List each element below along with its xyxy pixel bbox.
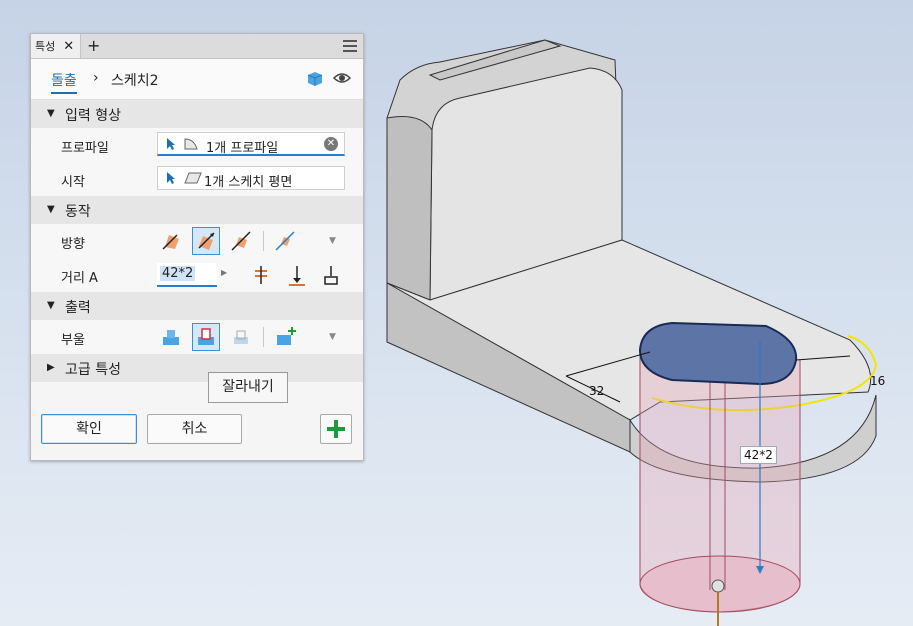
tooltip: 잘라내기 (208, 372, 288, 403)
boolean-cut-button[interactable] (192, 323, 220, 351)
profile-selector[interactable]: 1개 프로파일 ✕ (157, 132, 345, 156)
section-title: 고급 특성 (65, 362, 121, 378)
chevron-down-icon[interactable]: ▼ (329, 332, 336, 342)
profile-label: 프로파일 (61, 141, 109, 156)
tab-label: 특성 (35, 40, 56, 53)
extent-between-icon (324, 266, 338, 285)
distance-label: 거리 A (61, 271, 98, 286)
cut-icon (198, 328, 214, 345)
distance-row: 거리 A 42*2 ▶ (31, 258, 363, 292)
add-tab-icon[interactable]: + (87, 36, 100, 55)
select-arrow-icon (166, 137, 176, 155)
ok-button[interactable]: 확인 (41, 414, 137, 444)
collapse-triangle-icon: ▼ (47, 204, 55, 215)
panel-tab-bar: 특성 ✕ + (31, 34, 363, 59)
clear-selection-icon[interactable]: ✕ (324, 137, 338, 151)
direction-row: 방향 ▼ (31, 224, 363, 258)
direction-default-button[interactable] (157, 227, 185, 255)
intersect-icon (234, 330, 248, 344)
section-title: 입력 형상 (65, 108, 121, 124)
extent-between-button[interactable] (317, 262, 345, 290)
start-value: 1개 스케치 평면 (204, 175, 293, 190)
boolean-join-button[interactable] (157, 323, 185, 351)
properties-panel: 특성 ✕ + 돌출 › 스케치2 ▼ 입력 형상 프로파일 1개 프로파일 ✕ … (30, 33, 364, 461)
eye-icon[interactable] (332, 72, 352, 88)
boolean-row: 부울 ▼ (31, 320, 363, 354)
sketch-plane-icon (184, 172, 202, 188)
breadcrumb-feature[interactable]: 돌출 (51, 70, 77, 94)
collapse-triangle-icon: ▼ (47, 108, 55, 119)
direction-asymmetric-icon (275, 231, 295, 251)
toolbar-divider (263, 327, 264, 347)
section-output[interactable]: ▼ 출력 (31, 292, 363, 320)
section-title: 동작 (65, 204, 91, 220)
section-input-geometry[interactable]: ▼ 입력 형상 (31, 100, 363, 128)
chevron-down-icon[interactable]: ▼ (329, 236, 336, 246)
section-title: 출력 (65, 300, 91, 316)
dimension-radius-label[interactable]: 16 (870, 374, 885, 388)
direction-label: 방향 (61, 237, 85, 252)
section-advanced[interactable]: ▶ 고급 특성 (31, 354, 363, 382)
plus-icon (327, 420, 345, 438)
extent-through-all-button[interactable] (247, 262, 275, 290)
select-arrow-icon (166, 171, 176, 189)
direction-flipped-icon (198, 232, 215, 250)
expand-triangle-icon: ▶ (47, 362, 55, 373)
close-icon[interactable]: ✕ (63, 39, 74, 54)
direction-symmetric-icon (231, 231, 251, 251)
breadcrumb-sketch[interactable]: 스케치2 (111, 70, 159, 90)
cancel-button[interactable]: 취소 (147, 414, 242, 444)
direction-asymmetric-button[interactable] (271, 227, 299, 255)
apply-add-button[interactable] (320, 414, 352, 444)
distance-dimension-label[interactable]: 42*2 (740, 446, 777, 464)
distance-menu-arrow-icon[interactable]: ▶ (221, 268, 227, 277)
join-icon (163, 330, 179, 345)
profile-row: 프로파일 1개 프로파일 ✕ (31, 128, 363, 162)
distance-input[interactable]: 42*2 (157, 263, 217, 287)
start-selector[interactable]: 1개 스케치 평면 (157, 166, 345, 190)
cube-icon[interactable] (306, 70, 324, 92)
profile-shape-icon (184, 138, 198, 154)
breadcrumb-separator: › (93, 70, 99, 86)
hamburger-menu-icon[interactable] (343, 38, 357, 55)
direction-flipped-button[interactable] (192, 227, 220, 255)
boolean-label: 부울 (61, 333, 85, 348)
dimension-width-label[interactable]: 32 (589, 384, 604, 398)
collapse-triangle-icon: ▼ (47, 300, 55, 311)
through-all-icon (255, 266, 267, 284)
distance-value: 42*2 (160, 266, 196, 281)
extent-to-button[interactable] (283, 262, 311, 290)
extent-to-icon (289, 266, 305, 286)
direction-symmetric-button[interactable] (227, 227, 255, 255)
new-solid-icon (277, 327, 296, 345)
section-behavior[interactable]: ▼ 동작 (31, 196, 363, 224)
profile-value: 1개 프로파일 (206, 141, 279, 156)
boolean-new-solid-button[interactable] (271, 323, 299, 351)
panel-footer: 확인 취소 (31, 404, 363, 460)
boolean-intersect-button[interactable] (227, 323, 255, 351)
toolbar-divider (263, 231, 264, 251)
tab-properties[interactable]: 특성 ✕ (31, 34, 81, 58)
breadcrumb: 돌출 › 스케치2 (31, 59, 363, 100)
start-label: 시작 (61, 175, 85, 190)
direction-default-icon (162, 234, 179, 250)
start-row: 시작 1개 스케치 평면 (31, 162, 363, 196)
